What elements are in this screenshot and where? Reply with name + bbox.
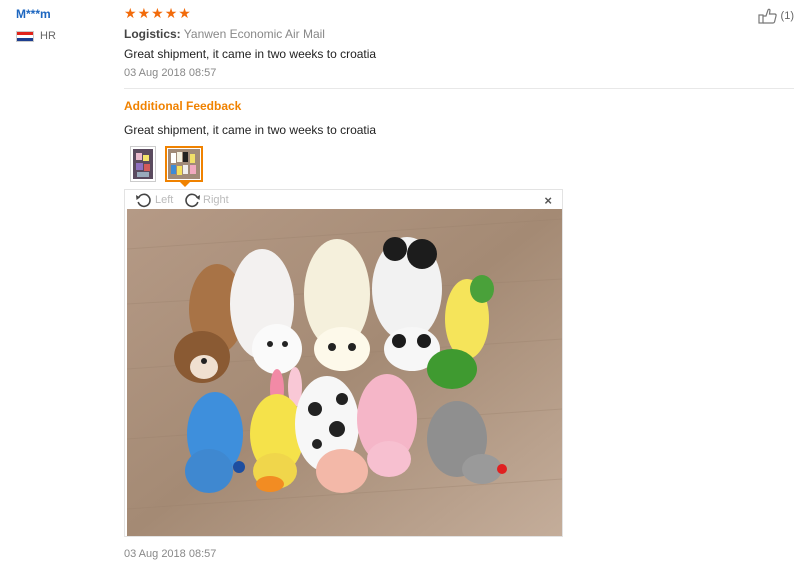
selected-thumbnail-caret xyxy=(180,182,190,187)
photo-thumbnail[interactable] xyxy=(130,146,156,182)
thumbs-up-icon xyxy=(757,8,778,24)
photo-thumbnail-selected[interactable] xyxy=(165,146,203,182)
star-icon: ★ xyxy=(178,5,191,21)
rotate-right-button[interactable]: Right xyxy=(183,192,229,208)
thumbnail-image xyxy=(168,149,200,179)
country-code: HR xyxy=(40,30,56,42)
additional-feedback-text: Great shipment, it came in two weeks to … xyxy=(124,123,377,137)
logistics-line: Logistics: Yanwen Economic Air Mail xyxy=(124,27,325,41)
reviewer-country: HR xyxy=(16,30,56,42)
rotate-left-label: Left xyxy=(155,194,174,206)
logistics-value: Yanwen Economic Air Mail xyxy=(183,27,325,41)
croatia-flag-icon xyxy=(16,30,34,42)
helpful-button[interactable]: (1) xyxy=(757,8,794,24)
review-photo xyxy=(127,209,562,536)
star-rating: ★ ★ ★ ★ ★ xyxy=(124,6,191,20)
review-text: Great shipment, it came in two weeks to … xyxy=(124,47,377,61)
rotate-left-button[interactable]: Left xyxy=(135,192,173,208)
star-icon: ★ xyxy=(164,5,178,21)
additional-feedback-title: Additional Feedback xyxy=(124,99,242,113)
logistics-label: Logistics: xyxy=(124,27,181,41)
divider xyxy=(124,88,794,89)
star-icon: ★ xyxy=(137,5,151,21)
star-icon: ★ xyxy=(124,5,137,21)
rotate-right-label: Right xyxy=(203,194,229,206)
star-icon: ★ xyxy=(151,5,164,21)
helpful-count: (1) xyxy=(780,10,794,22)
rotate-right-icon xyxy=(183,192,201,208)
close-viewer-button[interactable]: × xyxy=(544,193,552,208)
additional-feedback-date: 03 Aug 2018 08:57 xyxy=(124,548,217,560)
reviewer-name: M***m xyxy=(16,7,51,21)
rotate-left-icon xyxy=(135,192,153,208)
thumbnail-image xyxy=(133,149,153,179)
photo-viewer: Left Right × xyxy=(124,189,563,537)
review-date: 03 Aug 2018 08:57 xyxy=(124,67,217,79)
